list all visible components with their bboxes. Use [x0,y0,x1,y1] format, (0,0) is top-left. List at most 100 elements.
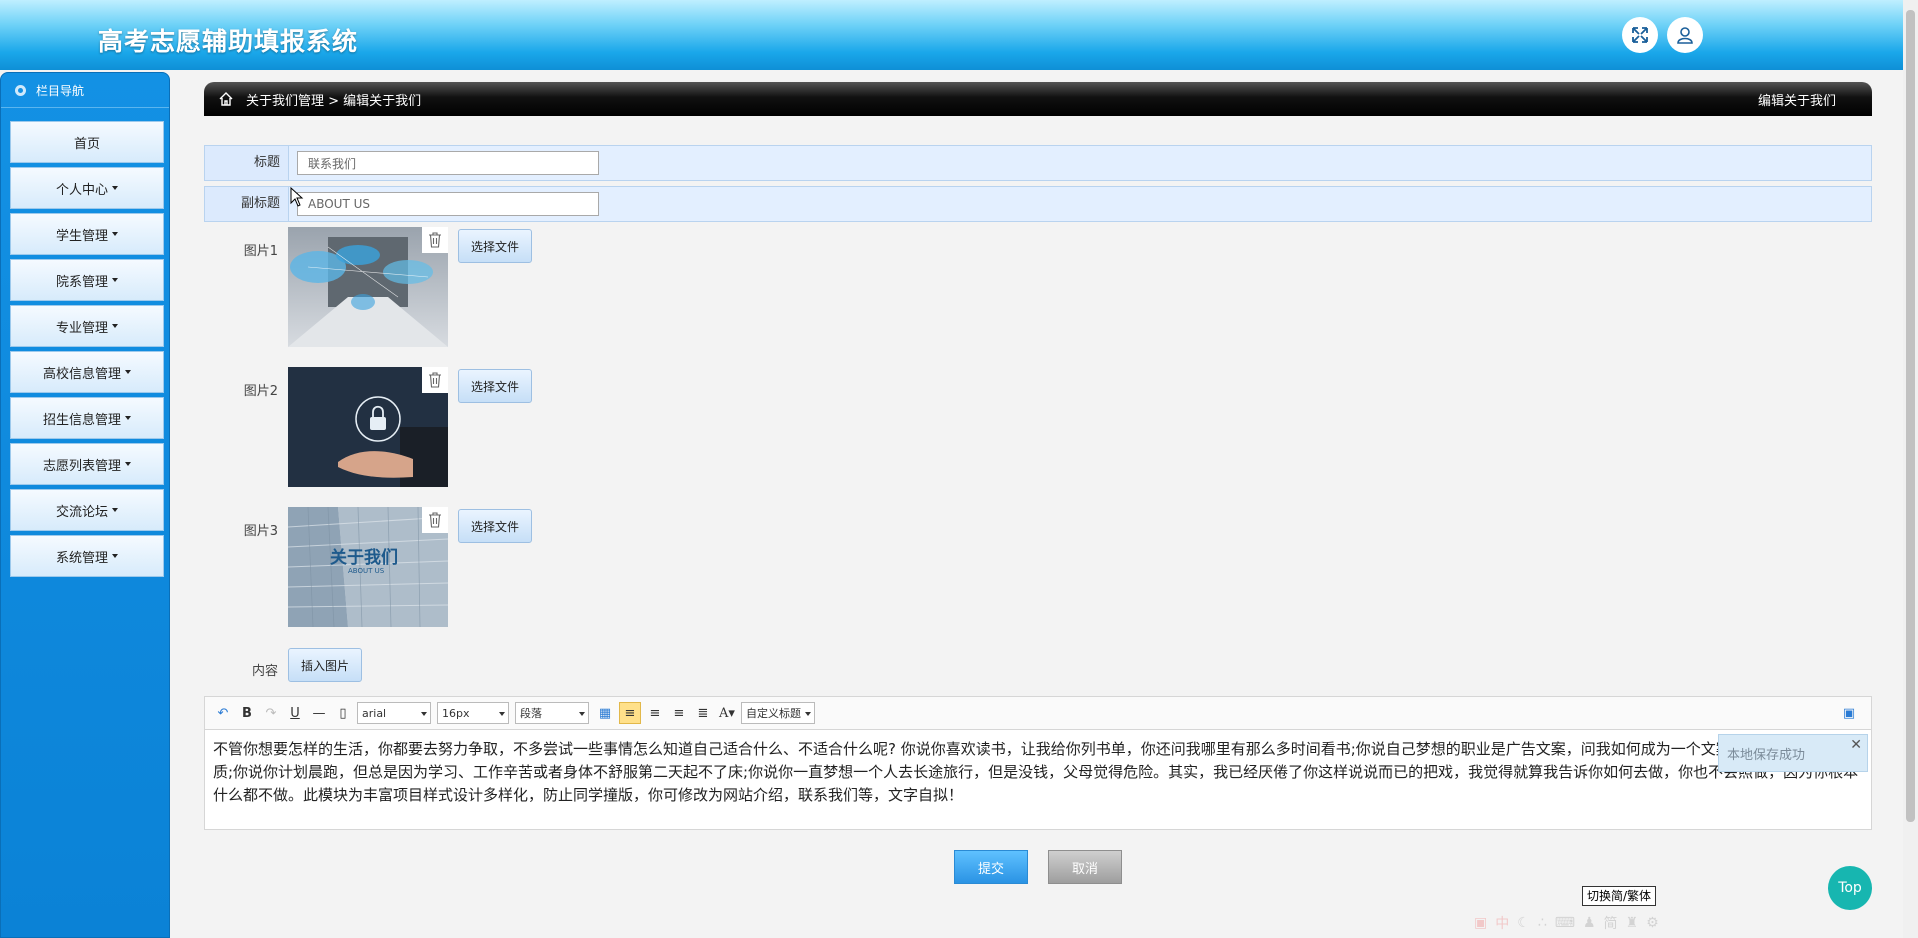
sidebar-item-application-list[interactable]: 志愿列表管理 [10,443,164,485]
caret-down-icon [125,416,131,420]
image3-caption: 关于我们 [330,548,398,568]
ime-lang[interactable]: 中 [1495,913,1509,933]
document-icon[interactable]: ▯ [333,703,353,723]
image3-caption-sub: ABOUT US [348,567,385,575]
subtitle-input[interactable] [297,192,599,216]
align-center-icon[interactable]: ≡ [669,703,689,723]
sidebar-menu: 首页 个人中心 学生管理 院系管理 专业管理 高校信息管理 招生信息管理 志愿列… [10,121,164,581]
caret-down-icon [112,554,118,558]
page-scrollbar[interactable] [1903,0,1918,938]
caret-down-icon [112,232,118,236]
cancel-button[interactable]: 取消 [1048,850,1122,884]
image3-preview: 关于我们 ABOUT US [288,507,448,627]
shirt-icon[interactable]: ♜ [1626,915,1639,931]
scrollbar-thumb[interactable] [1906,10,1915,822]
caret-down-icon [112,508,118,512]
sidebar-item-student-management[interactable]: 学生管理 [10,213,164,255]
caret-down-icon [125,370,131,374]
back-to-top-button[interactable]: Top [1828,866,1872,910]
moon-icon[interactable]: ☾ [1517,915,1530,931]
nav-circle-icon [15,84,26,96]
dropdown-arrow-icon [499,712,505,716]
fullscreen-button[interactable] [1622,17,1658,53]
sidebar-item-personal-center[interactable]: 个人中心 [10,167,164,209]
choose-file-button-2[interactable]: 选择文件 [458,369,533,403]
breadcrumb-path: 关于我们管理 > 编辑关于我们 [246,93,422,109]
settings-icon[interactable]: ⚙ [1646,915,1659,931]
sidebar-title: 栏目导航 [36,83,85,98]
delete-image2-button[interactable] [422,367,448,393]
dropdown-arrow-icon [421,712,427,716]
user-button[interactable] [1667,17,1703,53]
table-icon[interactable]: ▦ [595,703,615,723]
keyboard-icon[interactable]: ⌨ [1555,915,1575,931]
home-icon[interactable] [218,91,234,107]
font-size-select[interactable]: 16px [437,702,509,724]
content-label: 内容 [251,664,278,679]
choose-file-button-1[interactable]: 选择文件 [458,229,533,263]
sidebar-item-enrollment-info[interactable]: 招生信息管理 [10,397,164,439]
caret-down-icon [112,186,118,190]
align-right-icon[interactable]: ≡ [645,703,665,723]
source-view-icon[interactable]: ▣ [1839,703,1859,723]
editor-text: 不管你想要怎样的生活，你都要去努力争取，不多尝试一些事情怎么知道自己适合什么、不… [213,740,1859,804]
undo-icon[interactable]: ↶ [213,703,233,723]
caret-down-icon [112,278,118,282]
dropdown-arrow-icon [579,712,585,716]
dropdown-arrow-icon [805,712,811,716]
redo-icon[interactable]: ↷ [261,703,281,723]
app-title: 高考志愿辅助填报系统 [98,27,359,56]
sidebar: 栏目导航 首页 个人中心 学生管理 院系管理 专业管理 高校信息管理 招生信息管… [0,72,170,938]
ime-logo-icon[interactable]: ▣ [1474,915,1487,931]
sidebar-item-forum[interactable]: 交流论坛 [10,489,164,531]
sidebar-item-department-management[interactable]: 院系管理 [10,259,164,301]
subtitle-row: 副标题 [204,186,1872,222]
toast-message: 本地保存成功 [1727,747,1806,763]
ime-toolbar: ▣ 中 ☾ ∴ ⌨ ♟ 简 ♜ ⚙ [1474,912,1686,934]
title-label: 标题 [205,146,289,180]
bold-icon[interactable]: B [237,703,257,723]
horizontal-rule-icon[interactable]: — [309,703,329,723]
image3-label: 图片3 [243,524,278,539]
sidebar-item-university-info[interactable]: 高校信息管理 [10,351,164,393]
ime-simplified[interactable]: 简 [1604,913,1618,933]
font-family-select[interactable]: arial [357,702,431,724]
delete-image3-button[interactable] [422,507,448,533]
paragraph-select[interactable]: 段落 [515,702,589,724]
sidebar-header: 栏目导航 [1,73,169,108]
caret-down-icon [125,462,131,466]
sidebar-item-home[interactable]: 首页 [10,121,164,163]
title-input[interactable] [297,151,599,175]
title-row: 标题 [204,145,1872,181]
choose-file-button-3[interactable]: 选择文件 [458,509,533,543]
trash-icon [429,512,441,528]
breadcrumb: 关于我们管理 > 编辑关于我们 编辑关于我们 [204,82,1872,116]
custom-title-select[interactable]: 自定义标题 [741,702,815,724]
caret-down-icon [112,324,118,328]
editor-toolbar: ↶ B ↷ U — ▯ arial 16px 段落 ▦ ≡ ≡ ≡ ≣ A▾ 自… [204,696,1872,730]
content-editor[interactable]: 不管你想要怎样的生活，你都要去努力争取，不多尝试一些事情怎么知道自己适合什么、不… [204,730,1872,830]
align-justify-icon[interactable]: ≣ [693,703,713,723]
close-icon[interactable]: ✕ [1850,737,1862,753]
align-left-icon[interactable]: ≡ [619,702,641,724]
image1-preview [288,227,448,347]
user-icon[interactable]: ♟ [1583,915,1596,931]
mouse-cursor-icon [290,187,304,207]
delete-image1-button[interactable] [422,227,448,253]
app-header: 高考志愿辅助填报系统 [0,0,1918,70]
submit-button[interactable]: 提交 [954,850,1028,884]
image1-label: 图片1 [243,244,278,259]
page-title: 编辑关于我们 [1757,93,1836,109]
sidebar-item-system-management[interactable]: 系统管理 [10,535,164,577]
font-color-icon[interactable]: A▾ [717,703,737,723]
image2-label: 图片2 [243,384,278,399]
underline-icon[interactable]: U [285,703,305,723]
image2-preview [288,367,448,487]
subtitle-label: 副标题 [205,187,289,221]
insert-image-button[interactable]: 插入图片 [288,648,363,682]
tooltip-switch-script: 切换简/繁体 [1582,886,1657,906]
save-toast: 本地保存成功 ✕ [1718,734,1868,772]
dots-icon[interactable]: ∴ [1538,915,1547,931]
sidebar-item-major-management[interactable]: 专业管理 [10,305,164,347]
trash-icon [429,232,441,248]
